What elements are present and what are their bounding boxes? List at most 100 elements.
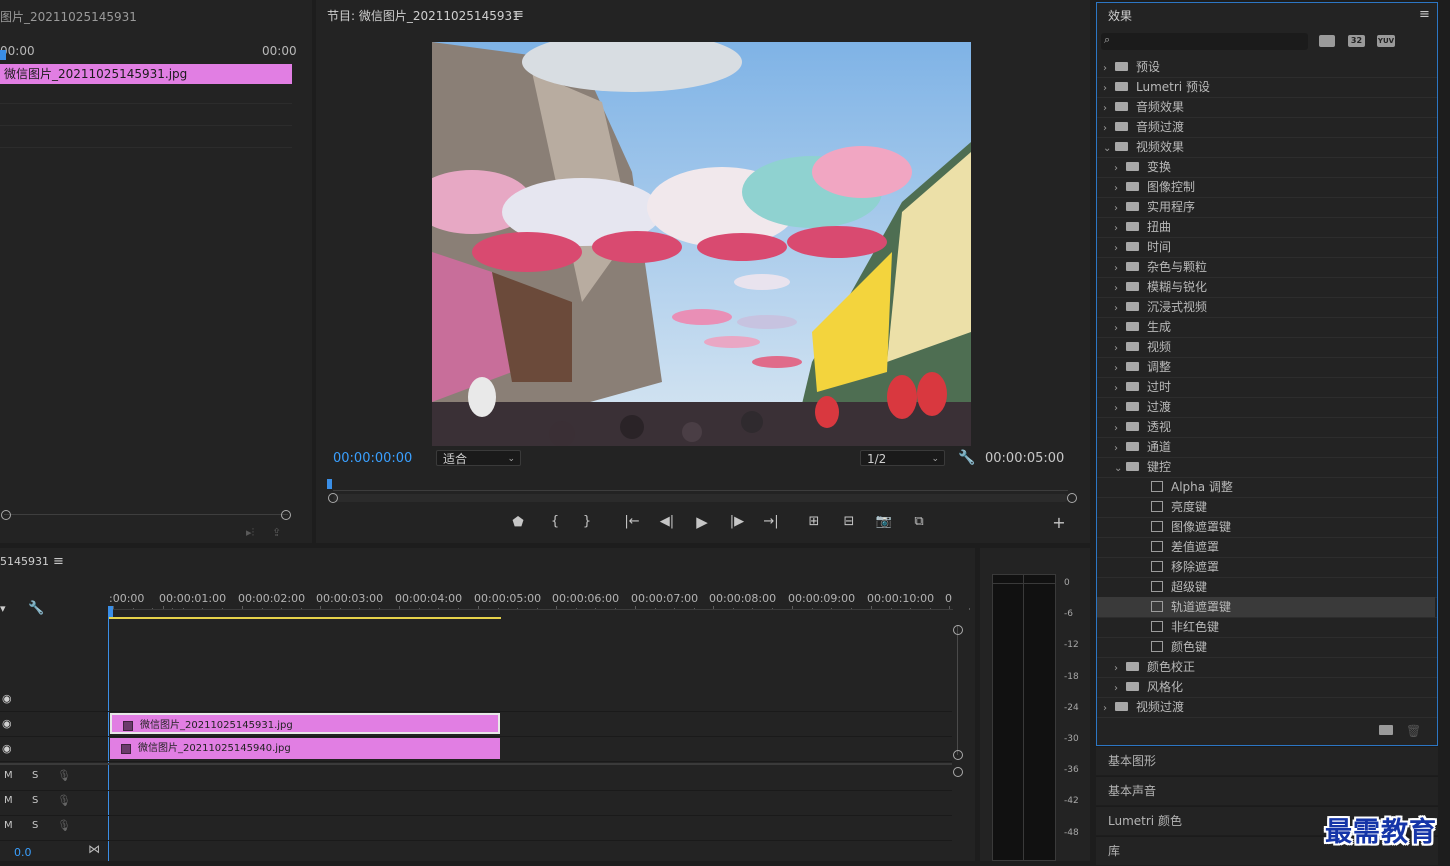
step-forward-icon[interactable]: |▶ <box>726 514 748 529</box>
chevron-right-icon[interactable]: › <box>1114 439 1126 459</box>
effect-item[interactable]: 轨道遮罩键 <box>1097 597 1435 617</box>
chevron-right-icon[interactable]: › <box>1114 179 1126 199</box>
32bit-effects-icon[interactable]: 32 <box>1348 35 1365 47</box>
chevron-right-icon[interactable]: › <box>1114 359 1126 379</box>
chevron-right-icon[interactable]: › <box>1103 59 1115 79</box>
effect-folder[interactable]: › 透视 <box>1097 417 1435 437</box>
panel-essential-sound[interactable]: 基本声音 <box>1096 776 1438 805</box>
work-area-bar[interactable] <box>108 617 501 619</box>
panel-essential-graphics[interactable]: 基本图形 <box>1096 746 1438 775</box>
source-clip[interactable]: 微信图片_20211025145931.jpg <box>0 64 292 84</box>
effect-folder[interactable]: ⌄ 视频效果 <box>1097 137 1435 157</box>
effect-item[interactable]: 差值遮罩 <box>1097 537 1435 557</box>
chevron-right-icon[interactable]: › <box>1114 299 1126 319</box>
scroll-handle-bottom[interactable] <box>953 750 963 760</box>
extract-icon[interactable]: ⊟ <box>838 514 860 529</box>
chevron-right-icon[interactable]: › <box>1114 659 1126 679</box>
chevron-right-icon[interactable]: › <box>1114 339 1126 359</box>
scroll-handle-audio[interactable] <box>953 767 963 777</box>
zoom-handle-left[interactable] <box>328 493 338 503</box>
program-playhead[interactable] <box>327 479 332 489</box>
effect-folder[interactable]: › 过时 <box>1097 377 1435 397</box>
timeline-clip-v1[interactable]: 微信图片_20211025145940.jpg <box>110 738 500 759</box>
timeline-clip-v2[interactable]: 微信图片_20211025145931.jpg <box>110 713 500 734</box>
new-folder-icon[interactable] <box>1379 725 1393 735</box>
effect-folder[interactable]: › 音频效果 <box>1097 97 1435 117</box>
solo-button[interactable]: S <box>32 795 38 806</box>
solo-button[interactable]: S <box>32 820 38 831</box>
chevron-right-icon[interactable]: › <box>1114 259 1126 279</box>
chevron-right-icon[interactable]: › <box>1114 319 1126 339</box>
timeline-v-scroll[interactable] <box>957 625 958 755</box>
lift-icon[interactable]: ⊞ <box>803 514 825 529</box>
add-button-icon[interactable]: + <box>1048 513 1070 532</box>
effect-folder[interactable]: › 音频过渡 <box>1097 117 1435 137</box>
chevron-right-icon[interactable]: › <box>1114 679 1126 699</box>
chevron-down-icon[interactable]: ⌄ <box>1103 139 1115 159</box>
marker-icon[interactable]: ▾ <box>0 602 6 615</box>
solo-button[interactable]: S <box>32 770 38 781</box>
add-marker-icon[interactable]: ⬟ <box>507 515 529 530</box>
yuv-effects-icon[interactable]: YUV <box>1377 35 1395 47</box>
program-ruler[interactable] <box>333 490 1068 491</box>
effect-folder[interactable]: › 通道 <box>1097 437 1435 457</box>
effect-folder[interactable]: › 扭曲 <box>1097 217 1435 237</box>
chevron-right-icon[interactable]: › <box>1114 219 1126 239</box>
chevron-right-icon[interactable]: › <box>1114 159 1126 179</box>
go-to-in-icon[interactable]: |← <box>621 514 643 529</box>
step-back-icon[interactable]: ◀| <box>656 514 678 529</box>
mute-button[interactable]: M <box>4 770 13 781</box>
effects-menu-icon[interactable]: ≡ <box>1419 7 1430 22</box>
chevron-right-icon[interactable]: › <box>1103 79 1115 99</box>
timeline-menu-icon[interactable]: ≡ <box>53 554 64 569</box>
chevron-right-icon[interactable]: › <box>1114 399 1126 419</box>
effect-folder[interactable]: › 预设 <box>1097 57 1435 77</box>
effect-folder[interactable]: › 生成 <box>1097 317 1435 337</box>
effect-item[interactable]: Alpha 调整 <box>1097 477 1435 497</box>
mark-in-icon[interactable]: { <box>544 514 566 529</box>
wrench-icon[interactable]: 🔧 <box>958 450 975 466</box>
chevron-right-icon[interactable]: › <box>1103 699 1115 719</box>
export-frame-icon[interactable]: ⇪ <box>272 526 281 539</box>
source-scrollbar[interactable] <box>4 514 288 522</box>
effect-item[interactable]: 超级键 <box>1097 577 1435 597</box>
chevron-right-icon[interactable]: › <box>1114 199 1126 219</box>
program-zoom-bar[interactable] <box>333 494 1068 502</box>
effect-item[interactable]: 移除遮罩 <box>1097 557 1435 577</box>
eye-icon[interactable]: ◉ <box>2 717 12 730</box>
effect-folder[interactable]: › 颜色校正 <box>1097 657 1435 677</box>
program-menu-icon[interactable]: ≡ <box>513 7 524 22</box>
effect-folder[interactable]: › 杂色与颗粒 <box>1097 257 1435 277</box>
effect-item[interactable]: 颜色键 <box>1097 637 1435 657</box>
mute-button[interactable]: M <box>4 795 13 806</box>
effect-folder[interactable]: › 实用程序 <box>1097 197 1435 217</box>
effect-folder[interactable]: › 时间 <box>1097 237 1435 257</box>
effect-folder[interactable]: › 过渡 <box>1097 397 1435 417</box>
effect-folder[interactable]: › 视频 <box>1097 337 1435 357</box>
scroll-handle-left[interactable] <box>1 510 11 520</box>
scroll-handle-top[interactable] <box>953 625 963 635</box>
effect-folder[interactable]: ⌄ 键控 <box>1097 457 1435 477</box>
chevron-down-icon[interactable]: ⌄ <box>1114 459 1126 479</box>
wrench-icon[interactable]: 🔧 <box>28 601 44 616</box>
accelerated-effects-icon[interactable] <box>1319 35 1335 47</box>
microphone-icon[interactable]: 🎙 <box>57 819 71 832</box>
nest-icon[interactable]: ⋈ <box>88 842 100 856</box>
chevron-right-icon[interactable]: › <box>1114 379 1126 399</box>
play-icon[interactable]: ▶ <box>691 513 713 531</box>
program-current-timecode[interactable]: 00:00:00:00 <box>333 451 412 466</box>
effect-folder[interactable]: › 风格化 <box>1097 677 1435 697</box>
chevron-right-icon[interactable]: › <box>1103 119 1115 139</box>
mute-button[interactable]: M <box>4 820 13 831</box>
effects-search-input[interactable]: ⌕ <box>1101 33 1308 50</box>
insert-icon[interactable]: ▸⫶ <box>246 526 254 540</box>
trash-icon[interactable]: 🗑 <box>1406 724 1421 738</box>
effect-item[interactable]: 非红色键 <box>1097 617 1435 637</box>
zoom-handle-right[interactable] <box>1067 493 1077 503</box>
effect-folder[interactable]: › 变换 <box>1097 157 1435 177</box>
resolution-select[interactable]: 1/2 ⌄ <box>860 450 945 466</box>
eye-icon[interactable]: ◉ <box>2 692 12 705</box>
effect-item[interactable]: 图像遮罩键 <box>1097 517 1435 537</box>
effect-folder[interactable]: › Lumetri 预设 <box>1097 77 1435 97</box>
effect-folder[interactable]: › 调整 <box>1097 357 1435 377</box>
